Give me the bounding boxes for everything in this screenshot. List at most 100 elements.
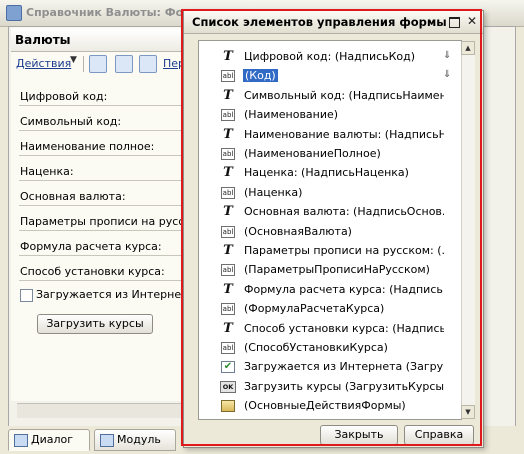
list-item-label: Параметры прописи на русском: (...: [244, 244, 444, 257]
chevron-down-icon[interactable]: ▼: [70, 55, 77, 65]
close-icon[interactable]: ✕: [464, 14, 480, 30]
scroll-up-icon[interactable]: ▲: [461, 41, 475, 55]
form-controls-dialog: Список элементов управления формы ✕ (Осн…: [183, 10, 484, 448]
divider: [19, 205, 195, 206]
label-control-icon: T: [223, 165, 233, 181]
list-item[interactable]: ✔ Загружается из Интернета (Загру...: [199, 357, 461, 376]
list-item[interactable]: abl (ПараметрыПрописиНаРусском): [199, 260, 461, 279]
list-item[interactable]: abl (Наименование): [199, 105, 461, 124]
list-item-label: Формула расчета курса: (Надпись...: [244, 282, 444, 296]
field-label: Параметры прописи на русском:: [20, 215, 210, 228]
list-item[interactable]: abl (СпособУстановкиКурса): [199, 338, 461, 357]
command-panel-icon: [221, 400, 235, 413]
list-item[interactable]: T Способ установки курса: (Надпись...: [199, 319, 461, 338]
list-item-label: Загружается из Интернета (Загру...: [244, 360, 444, 374]
tab-module[interactable]: Модуль: [94, 429, 176, 451]
scrollbar-track[interactable]: [461, 55, 475, 405]
divider: [19, 230, 195, 231]
text-field-icon: abl: [221, 264, 235, 277]
horizontal-scrollbar[interactable]: [17, 403, 189, 418]
list-item[interactable]: T Наценка: (НадписьНаценка): [199, 163, 461, 182]
list-item[interactable]: abl (Код) ⇓: [199, 66, 461, 85]
list-item[interactable]: abl (НаименованиеПолное): [199, 144, 461, 163]
list-item-label: Наценка: (НадписьНаценка): [244, 166, 409, 180]
tab-dialog[interactable]: Диалог: [8, 429, 90, 451]
tab-label: Диалог: [31, 433, 74, 446]
list-item[interactable]: T Символьный код: (НадписьНаимен...: [199, 86, 461, 105]
field-label: Способ установки курса:: [20, 265, 165, 278]
tab-label: Модуль: [117, 433, 161, 446]
text-field-icon: abl: [221, 186, 235, 199]
checkbox-icon: ✔: [221, 361, 235, 374]
scroll-down-icon[interactable]: ▼: [461, 405, 475, 419]
list-item-label: (СпособУстановкиКурса): [244, 341, 388, 354]
tab-order-icon: ⇓: [443, 69, 452, 81]
list-item[interactable]: OK Загрузить курсы (ЗагрузитьКурсы): [199, 377, 461, 396]
field-label: Формула расчета курса:: [20, 240, 162, 253]
label-control-icon: T: [223, 87, 233, 103]
form-icon: [6, 5, 22, 21]
label-control-icon: T: [223, 320, 233, 336]
divider: [19, 180, 195, 181]
list-item[interactable]: abl (Наценка): [199, 183, 461, 202]
field-label: Символьный код:: [20, 115, 122, 128]
list-item-label: (НаименованиеПолное): [244, 147, 381, 160]
background-window-title: Справочник Валюты: Фор: [26, 6, 192, 19]
dialog-titlebar[interactable]: Список элементов управления формы ✕: [184, 11, 483, 34]
controls-list[interactable]: (ОсновныеДействияФормы) OK Загрузить курсы…: [198, 40, 475, 420]
list-item-label: (Наценка): [244, 185, 303, 199]
list-item-label: Цифровой код: (НадписьКод): [244, 50, 416, 63]
list-item-label: (ОсновныеДействияФормы): [244, 399, 406, 413]
list-item[interactable]: T Основная валюта: (НадписьОснов...: [199, 202, 461, 221]
label-control-icon: T: [223, 126, 233, 142]
internet-load-checkbox[interactable]: [20, 289, 33, 302]
text-field-icon: abl: [221, 70, 235, 83]
list-item[interactable]: T Параметры прописи на русском: (...: [199, 241, 461, 260]
load-rates-button[interactable]: Загрузить курсы: [37, 314, 153, 334]
list-item-label: Загрузить курсы (ЗагрузитьКурсы): [244, 379, 444, 393]
dialog-title: Список элементов управления формы: [192, 15, 447, 29]
text-field-icon: abl: [221, 225, 235, 238]
label-control-icon: T: [223, 49, 233, 64]
toolbar-separator: [83, 56, 84, 72]
list-item[interactable]: (ОсновныеДействияФормы): [199, 396, 461, 415]
divider: [19, 280, 195, 281]
field-label: Цифровой код:: [20, 90, 108, 103]
restore-icon[interactable]: [446, 14, 462, 30]
label-control-icon: T: [223, 204, 233, 220]
list-item-label: Символьный код: (НадписьНаимен...: [244, 88, 444, 102]
help-button[interactable]: Справка: [404, 425, 474, 445]
button-icon: OK: [220, 380, 236, 393]
divider: [19, 130, 195, 131]
label-control-icon: T: [223, 281, 233, 297]
list-item-label: Основная валюта: (НадписьОснов...: [244, 205, 444, 219]
field-label: Наценка:: [20, 165, 74, 178]
close-button[interactable]: Закрыть: [320, 425, 398, 445]
internet-load-label: Загружается из Интернета: [36, 288, 195, 301]
list-item-label: Способ установки курса: (Надпись...: [244, 321, 444, 335]
dialog-icon: [14, 434, 28, 447]
list-item-label: (ОсновнаяВалюта): [244, 224, 352, 238]
text-field-icon: abl: [221, 303, 235, 316]
text-field-icon: abl: [221, 342, 235, 354]
list-item-label: (Код): [243, 69, 278, 83]
refresh-icon[interactable]: [115, 55, 133, 73]
list-item[interactable]: T Наименование валюты: (НадписьН...: [199, 125, 461, 144]
actions-menu[interactable]: Действия: [16, 57, 71, 70]
label-control-icon: T: [223, 243, 233, 258]
copy-icon[interactable]: [139, 55, 157, 73]
text-field-icon: abl: [221, 148, 235, 160]
list-item-label: Наименование валюты: (НадписьН...: [244, 127, 444, 141]
list-item-label: (Наименование): [244, 108, 339, 122]
toolbar-next-link[interactable]: Пер: [163, 57, 185, 70]
list-item[interactable]: T Формула расчета курса: (Надпись...: [199, 280, 461, 299]
list-item-label: (ПараметрыПрописиНаРусском): [244, 263, 430, 277]
list-item[interactable]: T Цифровой код: (НадписьКод) ⇓: [199, 47, 461, 66]
list-item[interactable]: abl (ОсновнаяВалюта): [199, 222, 461, 241]
tab-order-icon: ⇓: [443, 50, 452, 61]
field-label: Наименование полное:: [20, 140, 155, 153]
add-icon[interactable]: [89, 55, 107, 73]
divider: [19, 105, 195, 106]
list-item[interactable]: abl (ФормулаРасчетаКурса): [199, 299, 461, 318]
list-item-label: (ФормулаРасчетаКурса): [244, 302, 385, 316]
